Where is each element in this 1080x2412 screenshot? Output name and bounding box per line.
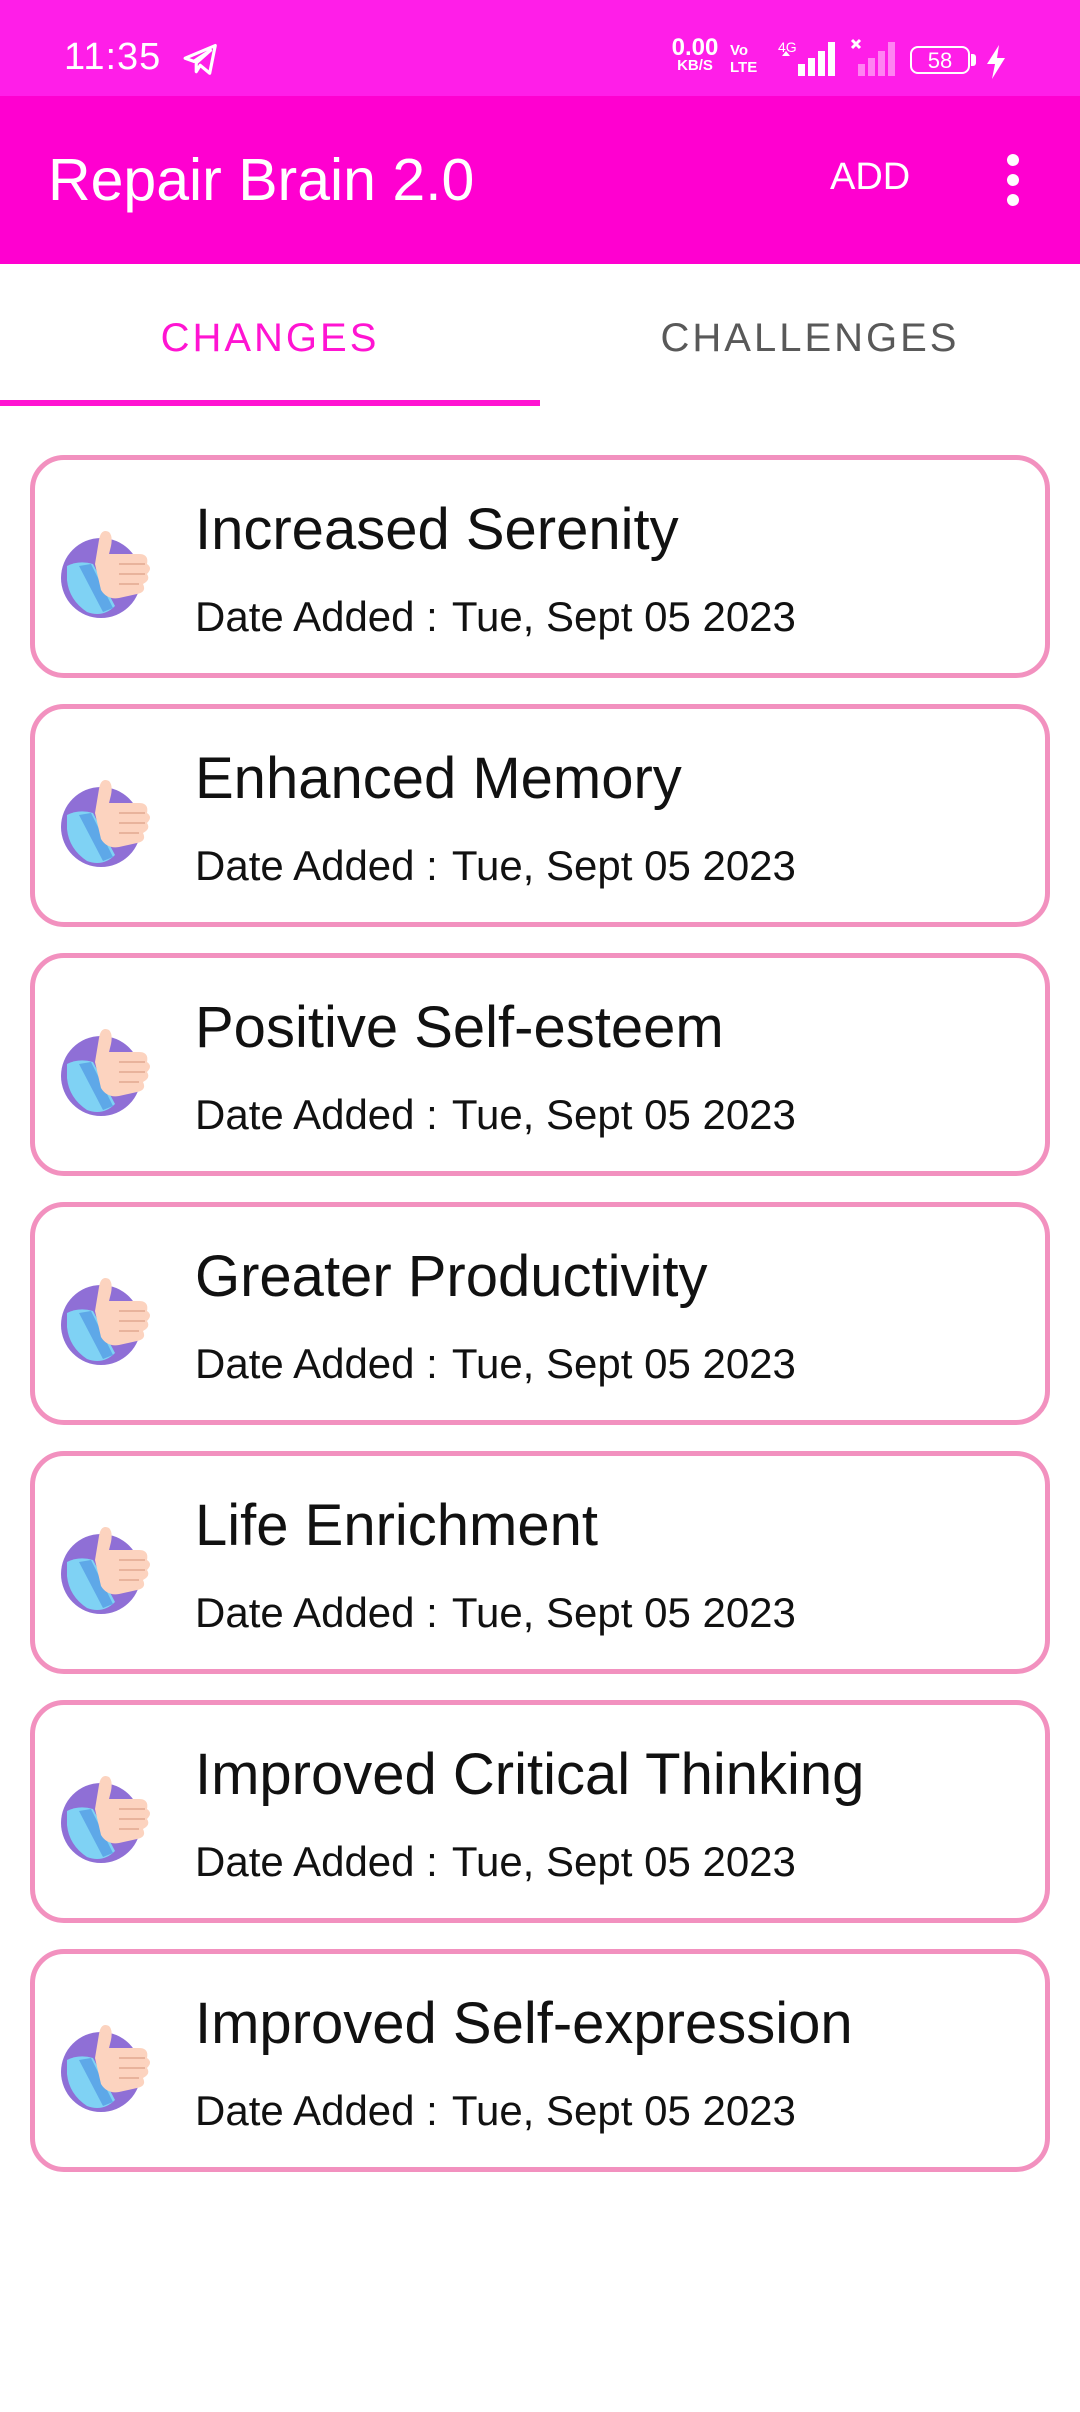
card-date-row: Date Added : Tue, Sept 05 2023 <box>195 1838 796 1886</box>
volte-bottom: LTE <box>730 59 758 76</box>
thumbs-up-hand-icon <box>61 1527 150 1614</box>
change-card[interactable]: Improved Self-expression Date Added : Tue… <box>30 1949 1050 2172</box>
battery-level: 58 <box>910 46 970 74</box>
card-title: Increased Serenity <box>195 497 679 562</box>
date-added-value: Tue, Sept 05 2023 <box>451 593 796 640</box>
add-button[interactable]: ADD <box>830 156 910 199</box>
overflow-menu-icon[interactable] <box>998 148 1028 212</box>
status-time: 11:35 <box>64 36 162 78</box>
date-added-value: Tue, Sept 05 2023 <box>451 1340 796 1387</box>
date-added-value: Tue, Sept 05 2023 <box>451 2087 796 2134</box>
network-type: 4G <box>778 39 797 55</box>
date-added-label: Date Added : <box>195 1589 438 1636</box>
date-added-value: Tue, Sept 05 2023 <box>451 1589 796 1636</box>
date-added-label: Date Added : <box>195 1838 438 1885</box>
tab-indicator <box>0 400 540 406</box>
volte-icon: Vo LTE <box>730 42 757 76</box>
thumbs-up-hand-icon <box>61 1029 150 1116</box>
card-title: Positive Self-esteem <box>195 995 724 1060</box>
telegram-icon <box>183 43 217 75</box>
date-added-value: Tue, Sept 05 2023 <box>451 842 796 889</box>
change-card[interactable]: Positive Self-esteem Date Added : Tue, Se… <box>30 953 1050 1176</box>
app-title: Repair Brain 2.0 <box>48 147 475 213</box>
card-date-row: Date Added : Tue, Sept 05 2023 <box>195 2087 796 2135</box>
network-speed: 0.00 KB/S <box>664 36 726 74</box>
change-card[interactable]: Increased Serenity Date Added : Tue, Sept… <box>30 455 1050 678</box>
change-card[interactable]: Greater Productivity Date Added : Tue, Se… <box>30 1202 1050 1425</box>
card-title: Greater Productivity <box>195 1244 708 1309</box>
charging-icon <box>987 45 1005 79</box>
card-date-row: Date Added : Tue, Sept 05 2023 <box>195 593 796 641</box>
signal-icon: 4G <box>778 39 835 76</box>
card-title: Improved Self-expression <box>195 1991 853 2056</box>
tab-challenges[interactable]: CHALLENGES <box>540 264 1080 406</box>
status-bar: 11:35 0.00 KB/S Vo LTE 4G 58 <box>0 0 1080 96</box>
card-date-row: Date Added : Tue, Sept 05 2023 <box>195 1340 796 1388</box>
change-card[interactable]: Improved Critical Thinking Date Added : T… <box>30 1700 1050 1923</box>
thumbs-up-hand-icon <box>61 1278 150 1365</box>
thumbs-up-hand-icon <box>61 780 150 867</box>
card-title: Enhanced Memory <box>195 746 682 811</box>
card-date-row: Date Added : Tue, Sept 05 2023 <box>195 1091 796 1139</box>
date-added-label: Date Added : <box>195 2087 438 2134</box>
date-added-value: Tue, Sept 05 2023 <box>451 1091 796 1138</box>
date-added-label: Date Added : <box>195 1340 438 1387</box>
tab-changes[interactable]: CHANGES <box>0 264 540 406</box>
app-bar: Repair Brain 2.0 ADD <box>0 96 1080 264</box>
date-added-label: Date Added : <box>195 842 438 889</box>
card-title: Improved Critical Thinking <box>195 1742 865 1807</box>
card-title: Life Enrichment <box>195 1493 598 1558</box>
date-added-label: Date Added : <box>195 1091 438 1138</box>
volte-top: Vo <box>730 42 749 59</box>
change-card[interactable]: Enhanced Memory Date Added : Tue, Sept 05… <box>30 704 1050 927</box>
card-date-row: Date Added : Tue, Sept 05 2023 <box>195 842 796 890</box>
thumbs-up-hand-icon <box>61 531 150 618</box>
card-date-row: Date Added : Tue, Sept 05 2023 <box>195 1589 796 1637</box>
date-added-label: Date Added : <box>195 593 438 640</box>
battery-icon: 58 <box>910 46 980 78</box>
no-signal-icon <box>850 38 895 76</box>
thumbs-up-hand-icon <box>61 2025 150 2112</box>
change-card[interactable]: Life Enrichment Date Added : Tue, Sept 05… <box>30 1451 1050 1674</box>
date-added-value: Tue, Sept 05 2023 <box>451 1838 796 1885</box>
thumbs-up-hand-icon <box>61 1776 150 1863</box>
